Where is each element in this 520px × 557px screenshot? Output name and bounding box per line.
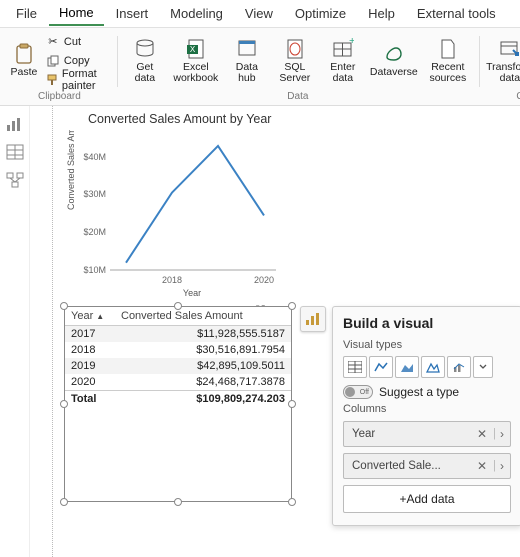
report-view-icon[interactable] xyxy=(6,116,24,132)
resize-handle[interactable] xyxy=(288,400,296,408)
y-axis-label: Converted Sales Amount xyxy=(66,130,76,210)
visual-type-more[interactable] xyxy=(473,356,493,378)
grid-plus-icon: + xyxy=(332,38,354,60)
tab-view[interactable]: View xyxy=(235,2,283,25)
sql-server-button[interactable]: SQL Server xyxy=(273,32,317,90)
remove-field-icon[interactable]: ✕ xyxy=(473,427,491,441)
ribbon-group-data: Get data XExcel workbook Data hub SQL Se… xyxy=(117,30,479,105)
chart-title: Converted Sales Amount by Year xyxy=(88,112,292,126)
col-amount-header[interactable]: Converted Sales Amount xyxy=(115,307,291,326)
ribbon-group-queries: Transform data Refresh Queries xyxy=(479,30,520,105)
get-data-button[interactable]: Get data xyxy=(123,32,167,90)
enter-data-button[interactable]: +Enter data xyxy=(321,32,365,90)
transform-data-button[interactable]: Transform data xyxy=(485,32,520,90)
table-visual[interactable]: Year ▲ Converted Sales Amount 2017$11,92… xyxy=(64,306,292,502)
bar-chart-icon xyxy=(305,312,321,326)
transform-icon xyxy=(499,38,520,60)
chart-series-line xyxy=(126,146,264,263)
copy-icon xyxy=(46,54,60,68)
remove-field-icon[interactable]: ✕ xyxy=(473,459,491,473)
resize-handle[interactable] xyxy=(174,302,182,310)
ribbon-tabs: File Home Insert Modeling View Optimize … xyxy=(0,0,520,28)
view-rail xyxy=(0,106,30,557)
build-visual-panel: Build a visual Visual types Off Suggest … xyxy=(332,306,520,526)
resize-handle[interactable] xyxy=(60,400,68,408)
data-hub-icon xyxy=(236,38,258,60)
excel-icon: X xyxy=(185,38,207,60)
columns-label: Columns xyxy=(343,403,511,415)
excel-workbook-button[interactable]: XExcel workbook xyxy=(171,32,221,90)
canvas-guide xyxy=(52,106,53,557)
visual-type-combo[interactable] xyxy=(447,356,471,378)
visual-type-table[interactable] xyxy=(343,356,367,378)
resize-handle[interactable] xyxy=(174,498,182,506)
svg-text:2020: 2020 xyxy=(254,275,274,285)
visual-type-area[interactable] xyxy=(395,356,419,378)
suggest-type-label: Suggest a type xyxy=(379,385,459,399)
group-label-clipboard: Clipboard xyxy=(38,91,81,105)
suggest-type-toggle[interactable]: Off xyxy=(343,385,373,399)
tab-home[interactable]: Home xyxy=(49,1,104,26)
visual-type-line[interactable] xyxy=(369,356,393,378)
add-data-button[interactable]: +Add data xyxy=(343,485,511,513)
data-table: Year ▲ Converted Sales Amount 2017$11,92… xyxy=(65,307,291,407)
svg-text:2018: 2018 xyxy=(162,275,182,285)
field-menu-icon[interactable]: › xyxy=(498,427,506,441)
tab-optimize[interactable]: Optimize xyxy=(285,2,356,25)
visual-types-row xyxy=(343,355,511,379)
data-hub-button[interactable]: Data hub xyxy=(225,32,269,90)
panel-title: Build a visual xyxy=(343,315,511,331)
data-view-icon[interactable] xyxy=(6,144,24,160)
ribbon-group-clipboard: Paste ✂Cut Copy Format painter Clipboard xyxy=(2,30,117,105)
svg-text:$30M: $30M xyxy=(83,189,106,199)
tab-help[interactable]: Help xyxy=(358,2,405,25)
tab-file[interactable]: File xyxy=(6,2,47,25)
field-year[interactable]: Year ✕|› xyxy=(343,421,511,447)
model-view-icon[interactable] xyxy=(6,172,24,188)
table-row[interactable]: 2019$42,895,109.5011 xyxy=(65,358,291,374)
resize-handle[interactable] xyxy=(60,498,68,506)
field-menu-icon[interactable]: › xyxy=(498,459,506,473)
dataverse-button[interactable]: Dataverse xyxy=(369,32,419,90)
scissors-icon: ✂ xyxy=(46,35,60,49)
resize-handle[interactable] xyxy=(288,498,296,506)
table-row[interactable]: 2017$11,928,555.5187 xyxy=(65,326,291,343)
svg-text:X: X xyxy=(190,45,196,54)
database-icon xyxy=(134,38,156,60)
cut-button[interactable]: ✂Cut xyxy=(46,33,111,51)
report-canvas: Converted Sales Amount by Year Converted… xyxy=(30,106,520,557)
paste-label: Paste xyxy=(11,67,38,78)
tab-insert[interactable]: Insert xyxy=(106,2,159,25)
visual-types-label: Visual types xyxy=(343,339,511,351)
resize-handle[interactable] xyxy=(288,302,296,310)
x-axis-label: Year xyxy=(183,288,201,298)
format-painter-button[interactable]: Format painter xyxy=(46,71,111,89)
tab-external-tools[interactable]: External tools xyxy=(407,2,506,25)
svg-text:+: + xyxy=(349,38,354,47)
line-chart-visual[interactable]: Converted Sales Amount by Year Converted… xyxy=(64,110,292,321)
col-year-header[interactable]: Year ▲ xyxy=(65,307,115,326)
recent-sources-button[interactable]: Recent sources xyxy=(423,32,473,90)
sql-icon xyxy=(284,38,306,60)
chart-plot: Converted Sales Amount $10M $20M $30M $4… xyxy=(64,130,286,298)
visual-type-mountain[interactable] xyxy=(421,356,445,378)
group-label-data: Data xyxy=(287,91,308,105)
visual-switch-button[interactable] xyxy=(300,306,326,332)
paste-button[interactable]: Paste xyxy=(8,32,40,90)
svg-text:$10M: $10M xyxy=(83,265,106,275)
tab-modeling[interactable]: Modeling xyxy=(160,2,233,25)
table-total-row: Total$109,809,274.203 xyxy=(65,391,291,408)
field-converted-sales[interactable]: Converted Sale... ✕|› xyxy=(343,453,511,479)
group-label-queries: Queries xyxy=(516,91,520,105)
dataverse-icon xyxy=(383,43,405,65)
table-row[interactable]: 2020$24,468,717.3878 xyxy=(65,374,291,391)
document-icon xyxy=(437,38,459,60)
svg-text:$40M: $40M xyxy=(83,152,106,162)
table-row[interactable]: 2018$30,516,891.7954 xyxy=(65,342,291,358)
resize-handle[interactable] xyxy=(60,302,68,310)
clipboard-icon xyxy=(13,43,35,65)
ribbon: Paste ✂Cut Copy Format painter Clipboard… xyxy=(0,28,520,106)
paintbrush-icon xyxy=(46,73,58,87)
svg-text:$20M: $20M xyxy=(83,227,106,237)
